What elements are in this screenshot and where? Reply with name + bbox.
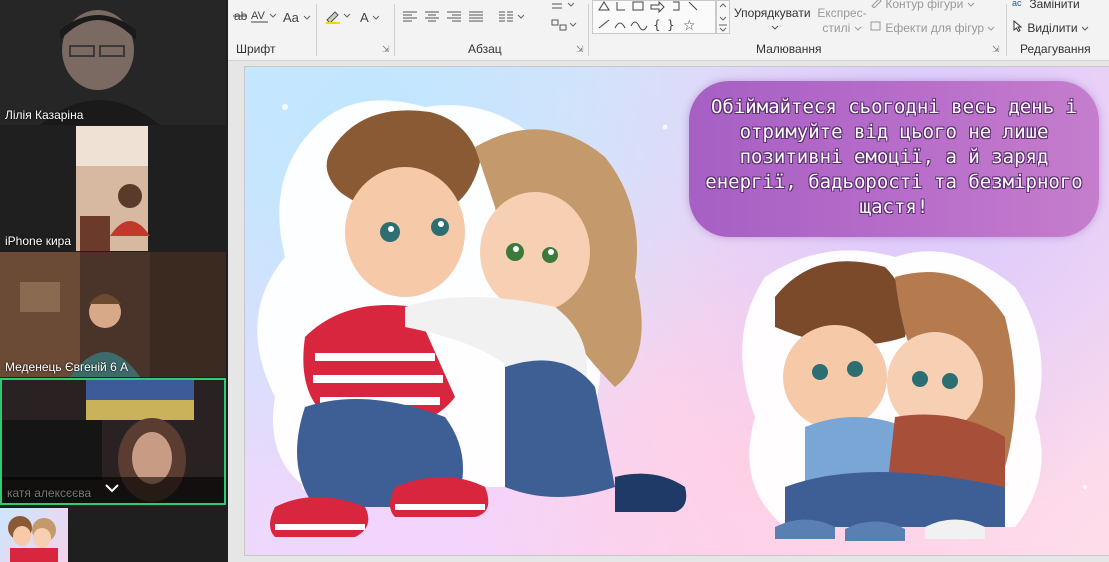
arrange-button[interactable]: Упорядкувати (734, 6, 816, 38)
svg-text:AV: AV (251, 10, 266, 22)
align-center-button[interactable] (424, 10, 440, 27)
highlight-color-button[interactable] (324, 8, 352, 27)
expand-participants-button[interactable] (104, 481, 120, 495)
align-center-icon (425, 11, 439, 22)
strikethrough-button[interactable]: ab (232, 8, 248, 27)
columns-icon (499, 11, 525, 22)
change-case-label: Aa (283, 10, 299, 25)
pen-icon (871, 0, 882, 9)
drawing-group-label: Малювання (756, 42, 822, 56)
slide-thumbnail[interactable] (0, 508, 68, 562)
svg-text:{: { (653, 18, 661, 32)
participant-tile[interactable]: Меденець Євгеній 6 А (0, 252, 226, 377)
justify-icon (469, 11, 483, 22)
chevron-down-icon (988, 26, 995, 31)
cursor-arrow-icon (1013, 19, 1023, 33)
svg-text:☆: ☆ (683, 18, 696, 33)
participant-video (0, 0, 226, 125)
font-color-label: A (360, 10, 368, 25)
paragraph-group-label: Абзац (468, 42, 502, 56)
shape-effects-icon (870, 21, 881, 31)
select-button[interactable]: Виділити (1012, 19, 1108, 36)
children-pair-right (742, 250, 1042, 541)
arrange-label: Упорядкувати (734, 6, 811, 20)
align-right-button[interactable] (446, 10, 462, 27)
svg-text:}: } (667, 18, 675, 32)
text-direction-button[interactable] (550, 0, 578, 15)
replace-label: Замінити (1029, 0, 1080, 11)
shapes-gallery-scroll[interactable] (716, 0, 730, 34)
shapes-gallery[interactable]: { } ☆ (592, 0, 716, 34)
columns-button[interactable] (498, 10, 526, 27)
quick-styles-label-1: Експрес- (817, 6, 867, 20)
replace-button[interactable]: ac Замінити (1012, 0, 1108, 12)
font-group-label: Шрифт (236, 42, 276, 56)
participant-name: Меденець Євгеній 6 А (5, 360, 129, 374)
replace-icon: ac (1012, 0, 1022, 8)
shape-outline-label: Контур фігури (885, 0, 964, 11)
scroll-arrows-icon (719, 3, 727, 32)
quote-text: Обіймайтеся сьогодні весь день і отримуй… (705, 96, 1083, 218)
slide-canvas[interactable]: Обіймайтеся сьогодні весь день і отримуй… (244, 66, 1109, 556)
quick-styles-button[interactable]: Експрес- стилі (816, 6, 868, 38)
chevron-down-icon (105, 484, 119, 493)
align-right-icon (447, 11, 461, 22)
smartart-icon (551, 19, 577, 31)
participant-name: Лілія Казаріна (5, 108, 84, 122)
change-case-button[interactable]: Aa (283, 10, 311, 25)
chevron-down-icon (771, 25, 779, 30)
convert-smartart-button[interactable] (550, 18, 578, 35)
chevron-down-icon (303, 15, 310, 20)
text-direction-icon (552, 2, 575, 9)
drawing-dialog-launcher[interactable]: ⇲ (992, 44, 1000, 55)
participant-tile[interactable]: Лілія Казаріна (0, 0, 226, 125)
select-label: Виділити (1027, 21, 1078, 35)
participant-video (0, 126, 226, 251)
strikethrough-icon: ab (233, 9, 248, 23)
chevron-down-icon (854, 26, 861, 31)
paragraph-dialog-launcher[interactable]: ⇲ (576, 44, 584, 55)
font-dialog-launcher[interactable]: ⇲ (382, 44, 390, 55)
quick-styles-label-2: стилі (822, 21, 851, 35)
align-left-button[interactable] (402, 10, 418, 27)
character-spacing-icon: AV (251, 10, 277, 23)
video-participants-panel: Лілія Казаріна iPhone кира Меденець Євге… (0, 0, 228, 562)
highlighter-icon (326, 11, 351, 24)
participant-name: iPhone кира (5, 234, 71, 248)
chevron-down-icon (372, 15, 379, 20)
justify-button[interactable] (468, 10, 484, 27)
chevron-down-icon (967, 2, 974, 7)
ribbon: ab AV Aa A Шрифт ⇲ Абзац ⇲ {} ☆ Упорядк… (228, 0, 1109, 61)
participant-video (0, 252, 226, 377)
editing-group-label: Редагування (1020, 42, 1091, 56)
font-color-button[interactable]: A (360, 10, 380, 25)
participant-name: катя алексєєва (7, 486, 92, 500)
svg-text:ac: ac (1012, 0, 1022, 8)
character-spacing-button[interactable]: AV (250, 8, 277, 27)
shape-outline-button[interactable]: Контур фігури (870, 0, 980, 12)
shape-effects-button[interactable]: Ефекти для фігур (870, 20, 1000, 36)
shape-effects-label: Ефекти для фігур (885, 21, 985, 35)
thumbnail-image (8, 516, 58, 562)
children-pair-left (257, 100, 687, 537)
participant-tile[interactable]: iPhone кира (0, 126, 226, 251)
quote-bubble[interactable]: Обіймайтеся сьогодні весь день і отримуй… (689, 81, 1099, 237)
shapes-gallery-icons: { } ☆ (598, 0, 698, 34)
chevron-down-icon (1081, 26, 1089, 31)
align-left-icon (403, 11, 417, 22)
